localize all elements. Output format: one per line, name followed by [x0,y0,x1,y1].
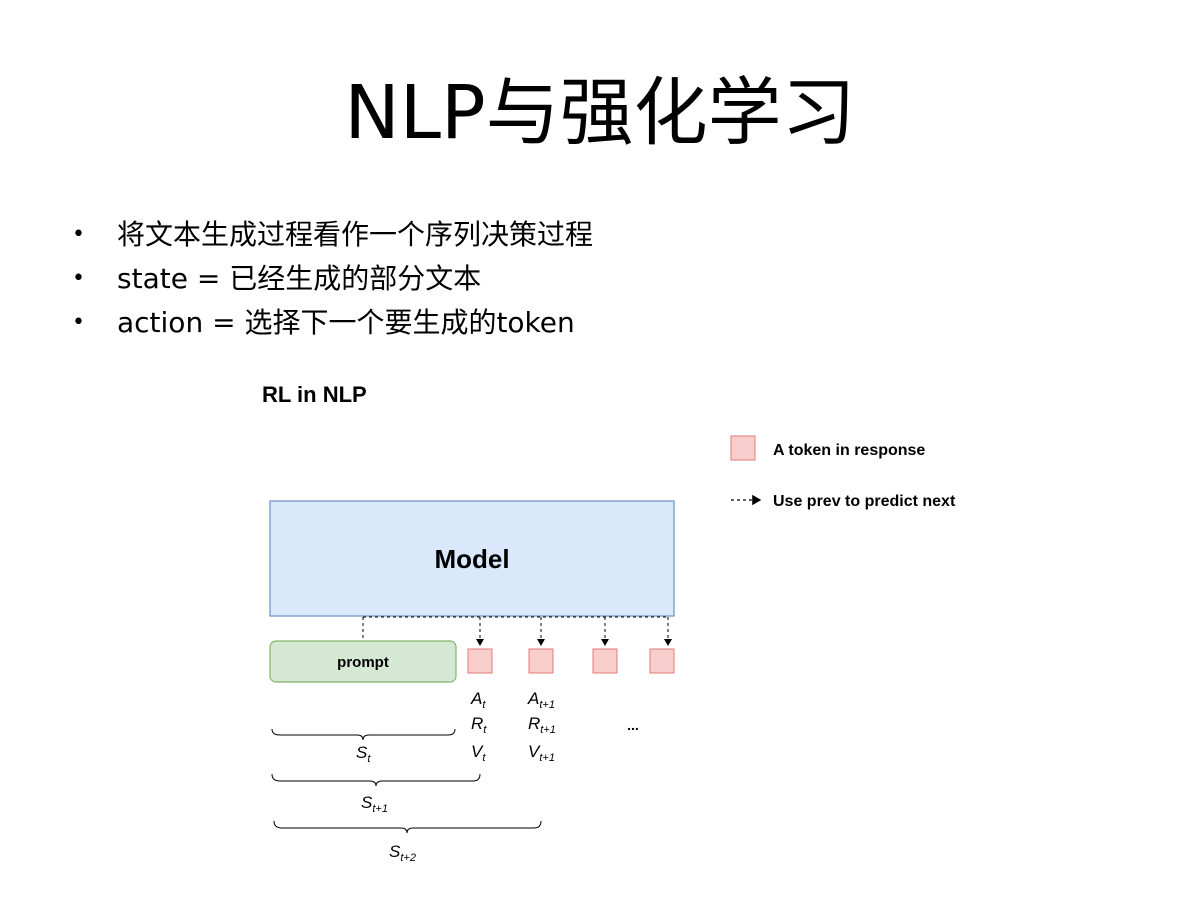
legend-arrow-label: Use prev to predict next [773,493,956,510]
response-token [592,648,618,674]
rl-in-nlp-diagram: RL in NLP A token in response Use prev t… [262,382,956,864]
state-label: St [356,743,371,765]
reward-subscript: t [483,724,487,736]
state-brace [271,728,456,741]
action-label: At+1 [527,689,555,711]
value-subscript: t [482,752,486,764]
state-subscript: t [367,753,371,765]
state-subscript: t+1 [372,803,388,815]
model-label: Model [434,544,509,574]
state-subscript: t+2 [400,852,416,864]
value-label: Vt [471,742,486,764]
action-label: At [470,689,486,711]
response-token [649,648,675,674]
state-label: St+2 [389,842,416,864]
reward-label: Rt [471,714,487,736]
reward-subscript: t+1 [540,724,556,736]
value-subscript: t+1 [539,752,555,764]
legend-token-swatch [730,435,756,461]
legend-token-label: A token in response [773,442,925,459]
state-label: St+1 [361,793,388,815]
diagram-heading: RL in NLP [262,382,367,407]
response-token [467,648,493,674]
value-label: Vt+1 [528,742,555,764]
action-subscript: t [482,699,486,711]
reward-label: Rt+1 [528,714,556,736]
state-brace [271,773,481,787]
response-token [528,648,554,674]
ellipsis-label: ... [627,717,639,733]
state-brace [273,820,542,834]
action-subscript: t+1 [539,699,555,711]
prompt-label: prompt [337,654,389,671]
